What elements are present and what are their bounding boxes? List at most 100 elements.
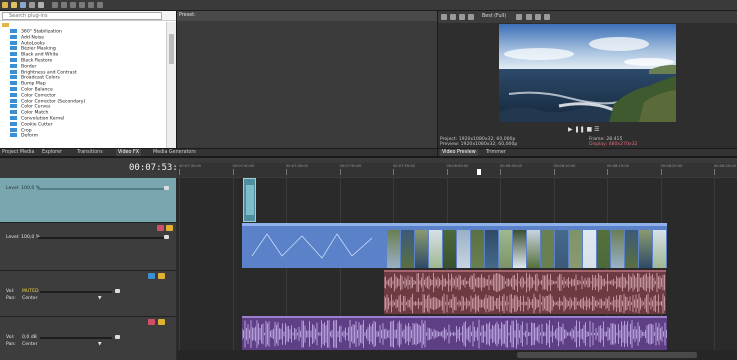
split-screen-icon[interactable] [468, 14, 474, 20]
plugin-icon [10, 127, 17, 132]
audio-clip-music[interactable] [242, 316, 667, 350]
save-icon[interactable] [20, 2, 26, 8]
fx-item[interactable]: Color Match [10, 110, 49, 116]
fx-item[interactable]: Color Balance [10, 87, 53, 93]
video-thumbnail [485, 230, 498, 268]
history-icon[interactable] [97, 2, 103, 8]
video-clip-blue[interactable] [242, 223, 387, 268]
fx-item[interactable]: Add Noise [10, 34, 44, 40]
fx-item[interactable]: Color Corrector [10, 92, 56, 98]
video-thumbnail [555, 230, 568, 268]
plugin-icon [10, 87, 17, 91]
copy-snapshot-icon[interactable] [526, 14, 532, 20]
fx-scroll-thumb[interactable] [169, 34, 174, 64]
track2-motion-icon[interactable] [157, 225, 164, 231]
copy-icon[interactable] [61, 2, 67, 8]
track1-level-knob[interactable] [164, 186, 169, 190]
fx-item[interactable]: Crop [10, 127, 32, 133]
settings-icon[interactable] [38, 2, 44, 8]
fx-folder-all[interactable] [2, 23, 13, 28]
ruler-tick [607, 169, 608, 175]
video-clip-thumbnails[interactable] [387, 223, 667, 268]
fx-item[interactable]: Black and White [10, 52, 58, 58]
fx-plugin-list: 360° Stabilization Add Noise AutoLooks Bézi… [0, 22, 166, 148]
fx-item-label: Bézier Masking [21, 46, 56, 52]
video-thumbnail [429, 230, 442, 268]
new-project-icon[interactable] [2, 2, 8, 8]
track2-fx-icon[interactable] [166, 225, 173, 231]
fx-item[interactable]: Color Curves [10, 104, 50, 110]
fx-item[interactable]: Bump Map [10, 81, 46, 87]
fx-item-label: Color Match [21, 110, 49, 116]
video-thumbnail [471, 230, 484, 268]
audio2-vol-slider[interactable] [40, 337, 112, 339]
audio2-vol-knob[interactable] [115, 335, 120, 339]
fx-item[interactable]: Deform [10, 133, 38, 139]
fx-item[interactable]: Cookie Cutter [10, 121, 53, 127]
open-folder-icon[interactable] [11, 2, 17, 8]
fx-item[interactable]: Brightness and Contrast [10, 69, 77, 75]
timeline-ruler[interactable]: 00:07:35:00 00:07:40:00 00:07:45:00 00:07:5… [177, 163, 737, 177]
fx-item[interactable]: Bézier Masking [10, 46, 56, 52]
redo-icon[interactable] [88, 2, 94, 8]
video-thumbnail [527, 230, 540, 268]
plugin-icon [10, 63, 17, 68]
preview-quality-select[interactable]: Best (Full) [482, 13, 506, 21]
fx-item-label: 360° Stabilization [21, 29, 62, 35]
video-thumbnail [541, 230, 554, 268]
fx-item[interactable]: Border [10, 63, 36, 69]
preset-panel: Preset: [176, 11, 438, 148]
audio1-mute-icon[interactable] [148, 273, 155, 279]
track-headers: Level: 100,0 % Level: 100,0 % Vol: MUTED… [0, 178, 176, 360]
plugin-icon [10, 46, 17, 51]
timeline-scroll-thumb[interactable] [517, 352, 697, 358]
audio1-vol-slider[interactable] [40, 291, 112, 293]
envelope-lines [251, 233, 373, 259]
track2-level-slider[interactable] [38, 237, 166, 239]
audio1-fx-icon[interactable] [158, 273, 165, 279]
pause-icon[interactable]: ❚❚ [575, 126, 585, 133]
properties-icon[interactable] [29, 2, 35, 8]
paste-icon[interactable] [70, 2, 76, 8]
audio-track-1-header[interactable]: Vol: MUTED Pan: Center ▼ [0, 270, 176, 316]
fx-search-input[interactable] [2, 12, 162, 20]
fx-item[interactable]: AutoLooks [10, 40, 45, 46]
loop-icon[interactable]: ☰ [594, 126, 599, 133]
audio1-vol-knob[interactable] [115, 289, 120, 293]
audio2-pan-caret-icon[interactable]: ▼ [98, 342, 102, 347]
video-track-2-header[interactable]: Level: 100,0 % [0, 222, 176, 270]
audio1-pan-caret-icon[interactable]: ▼ [98, 296, 102, 301]
track1-level-label: Level: 100,0 % [6, 186, 41, 191]
external-monitor-icon[interactable] [450, 14, 456, 20]
more-icon[interactable] [544, 14, 550, 20]
fx-item[interactable]: Broadcast Colors [10, 75, 60, 81]
audio-clip-muted[interactable] [384, 270, 666, 314]
fx-item[interactable]: Color Corrector (Secondary) [10, 98, 85, 104]
video-clip-track1[interactable] [243, 178, 256, 222]
overlays-icon[interactable] [516, 14, 522, 20]
plugin-icon [10, 58, 17, 62]
fx-item[interactable]: 360° Stabilization [10, 29, 62, 35]
playhead-marker[interactable] [477, 169, 481, 175]
track2-level-knob[interactable] [164, 235, 169, 239]
undo-icon[interactable] [79, 2, 85, 8]
fx-item-label: Convolution Kernel [21, 116, 65, 122]
fx-icon[interactable] [459, 14, 465, 20]
audio-track-2-header[interactable]: Vol: 0,0 dB Pan: Center ▼ [0, 316, 176, 360]
save-snapshot-icon[interactable] [535, 14, 541, 20]
fx-item[interactable]: Black Restore [10, 58, 52, 64]
timeline-horizontal-scrollbar[interactable] [177, 350, 737, 360]
fx-scrollbar[interactable] [166, 22, 176, 148]
fx-item[interactable]: Convolution Kernel [10, 116, 65, 122]
audio2-mute-icon[interactable] [148, 319, 155, 325]
plugin-icon [10, 52, 17, 57]
stop-icon[interactable]: ■ [587, 126, 593, 133]
plugin-icon [10, 110, 17, 115]
folder-icon [2, 23, 9, 27]
video-track-1-header[interactable]: Level: 100,0 % [0, 178, 176, 222]
track1-level-slider[interactable] [38, 188, 166, 190]
cut-icon[interactable] [52, 2, 58, 8]
play-icon[interactable]: ▶ [568, 126, 573, 133]
preview-settings-icon[interactable] [441, 14, 447, 20]
audio2-fx-icon[interactable] [158, 319, 165, 325]
